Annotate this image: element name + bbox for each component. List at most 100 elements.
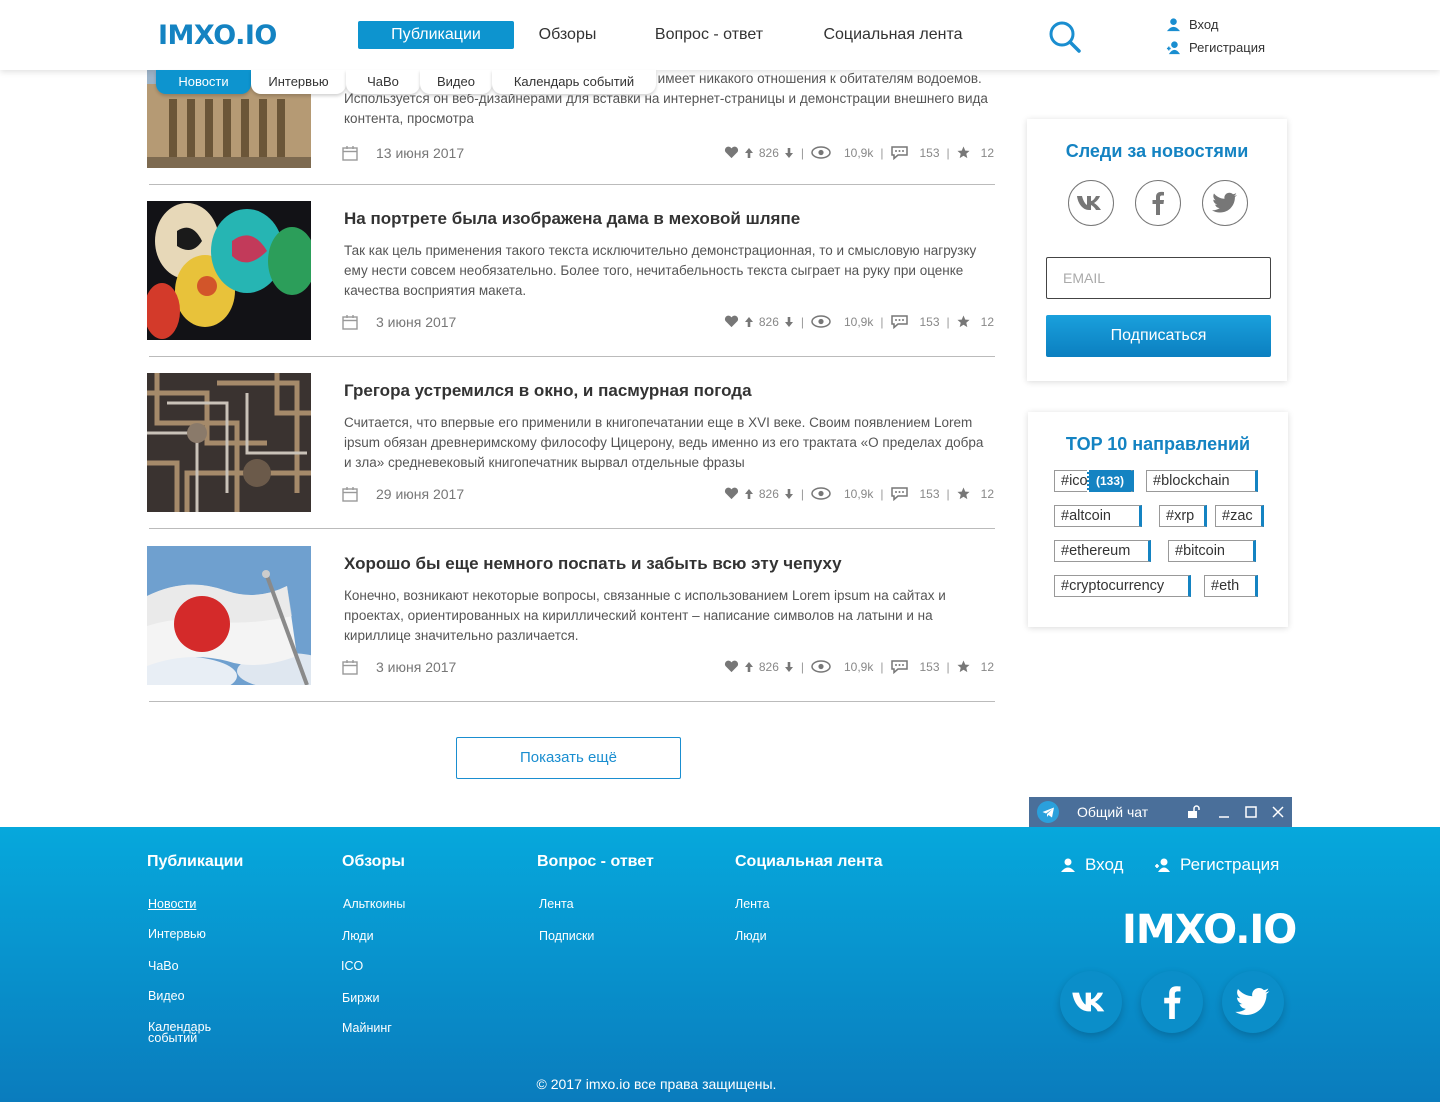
login-link[interactable]: Вход [1166, 17, 1218, 32]
footer-link[interactable]: Лента [735, 897, 770, 911]
calendar-icon [342, 315, 358, 330]
footer-link[interactable]: Альткоины [343, 897, 405, 911]
article-date: 29 июня 2017 [376, 486, 465, 502]
maximize-icon[interactable] [1243, 804, 1259, 820]
footer-register-link[interactable]: Регистрация [1154, 855, 1279, 875]
arrow-down-icon[interactable] [784, 316, 794, 328]
minimize-icon[interactable] [1216, 804, 1232, 820]
subtab-events-calendar[interactable]: Календарь событий [492, 70, 656, 94]
site-logo[interactable]: IMXO.IO [158, 20, 277, 51]
nav-reviews[interactable]: Обзоры [530, 21, 605, 49]
nav-social-feed[interactable]: Социальная лента [812, 21, 974, 49]
vk-icon[interactable] [1060, 971, 1122, 1033]
footer-col-title[interactable]: Публикации [147, 853, 243, 871]
arrow-down-icon[interactable] [784, 661, 794, 673]
subtab-news[interactable]: Новости [156, 70, 251, 94]
star-icon[interactable] [957, 146, 970, 159]
footer-login-link[interactable]: Вход [1060, 855, 1123, 875]
article-divider [149, 356, 995, 357]
subtab-faq[interactable]: ЧаВо [346, 70, 420, 94]
tag-altcoin[interactable]: #altcoin [1054, 505, 1142, 527]
footer-link[interactable]: Новости [148, 897, 196, 911]
register-link[interactable]: Регистрация [1166, 40, 1265, 55]
footer-link[interactable]: Майнинг [342, 1021, 392, 1035]
tag-xrp[interactable]: #xrp [1159, 505, 1207, 527]
tag-zac[interactable]: #zac [1215, 505, 1264, 527]
article-title[interactable]: Грегора устремился в окно, и пасмурная п… [344, 381, 752, 401]
footer-link[interactable]: Подписки [539, 929, 594, 943]
footer-link[interactable]: Календарь событий [148, 1021, 228, 1045]
subscribe-widget: Следи за новостями Подписаться [1027, 119, 1287, 381]
footer-link[interactable]: Лента [539, 897, 574, 911]
subscribe-button[interactable]: Подписаться [1046, 315, 1271, 357]
heart-icon[interactable] [724, 146, 739, 159]
heart-icon[interactable] [724, 487, 739, 500]
tag-eth[interactable]: #eth [1204, 575, 1258, 597]
comment-icon[interactable] [890, 314, 909, 329]
footer-col-title[interactable]: Обзоры [342, 853, 405, 871]
article-thumbnail[interactable] [147, 201, 311, 340]
user-plus-icon [1155, 858, 1170, 872]
site-footer: Публикации Новости Интервью ЧаВо Видео К… [0, 827, 1440, 1102]
show-more-button[interactable]: Показать ещё [456, 737, 681, 779]
stars-count: 12 [980, 659, 994, 674]
tag-ethereum[interactable]: #ethereum [1054, 540, 1151, 562]
arrow-up-icon[interactable] [744, 661, 754, 673]
user-icon [1166, 18, 1181, 32]
tag-ico[interactable]: #ico (133) [1054, 470, 1134, 492]
vk-icon[interactable] [1068, 180, 1114, 226]
star-icon[interactable] [957, 315, 970, 328]
article-thumbnail[interactable] [147, 546, 311, 685]
subtab-interviews[interactable]: Интервью [251, 70, 346, 94]
footer-link[interactable]: ICO [341, 959, 363, 973]
twitter-icon[interactable] [1202, 180, 1248, 226]
comment-icon[interactable] [890, 659, 909, 674]
likes-count: 826 [758, 659, 779, 674]
footer-link[interactable]: ЧаВо [148, 959, 179, 973]
footer-col-title[interactable]: Социальная лента [735, 853, 883, 871]
comment-icon[interactable] [890, 145, 909, 160]
nav-qa[interactable]: Вопрос - ответ [640, 21, 778, 49]
tag-cryptocurrency[interactable]: #cryptocurrency [1054, 575, 1191, 597]
arrow-up-icon[interactable] [744, 488, 754, 500]
close-icon[interactable] [1270, 804, 1286, 820]
arrow-up-icon[interactable] [744, 316, 754, 328]
star-icon[interactable] [957, 487, 970, 500]
arrow-down-icon[interactable] [784, 147, 794, 159]
footer-link[interactable]: Видео [148, 989, 185, 1003]
nav-publications[interactable]: Публикации [358, 21, 514, 49]
article-excerpt: Считается, что впервые его применили в к… [344, 415, 984, 470]
article-thumbnail[interactable] [147, 373, 311, 512]
footer-link[interactable]: Люди [342, 929, 374, 943]
footer-logo[interactable]: IMXO.IO [1122, 907, 1297, 953]
search-icon[interactable] [1048, 20, 1082, 54]
comments-count: 153 [919, 145, 940, 160]
facebook-icon[interactable] [1135, 180, 1181, 226]
twitter-icon[interactable] [1222, 971, 1284, 1033]
article-title[interactable]: На портрете была изображена дама в мехов… [344, 209, 800, 229]
footer-link[interactable]: Люди [735, 929, 767, 943]
footer-link[interactable]: Интервью [148, 927, 206, 941]
subtab-video[interactable]: Видео [420, 70, 492, 94]
arrow-down-icon[interactable] [784, 488, 794, 500]
article-excerpt: Так как цель применения такого текста ис… [344, 243, 977, 298]
email-field[interactable] [1046, 257, 1271, 299]
article-meta: 3 июня 2017 826 | 10,9k | 153 | 12 [342, 314, 994, 332]
arrow-up-icon[interactable] [744, 147, 754, 159]
tag-blockchain[interactable]: #blockchain [1146, 470, 1258, 492]
chat-bar[interactable]: Общий чат [1029, 797, 1292, 827]
facebook-icon[interactable] [1141, 971, 1203, 1033]
comment-icon[interactable] [890, 486, 909, 501]
heart-icon[interactable] [724, 660, 739, 673]
tag-bitcoin[interactable]: #bitcoin [1168, 540, 1256, 562]
lock-icon[interactable] [1186, 804, 1202, 820]
views-count: 10,9k [844, 659, 874, 674]
article-title[interactable]: Хорошо бы еще немного поспать и забыть в… [344, 554, 842, 574]
article-card: На портрете была изображена дама в мехов… [147, 201, 995, 373]
star-icon[interactable] [957, 660, 970, 673]
eye-icon [811, 660, 831, 673]
heart-icon[interactable] [724, 315, 739, 328]
footer-link[interactable]: Биржи [342, 991, 379, 1005]
footer-col-title[interactable]: Вопрос - ответ [537, 853, 654, 871]
tag-count-badge: (133) [1086, 470, 1131, 492]
